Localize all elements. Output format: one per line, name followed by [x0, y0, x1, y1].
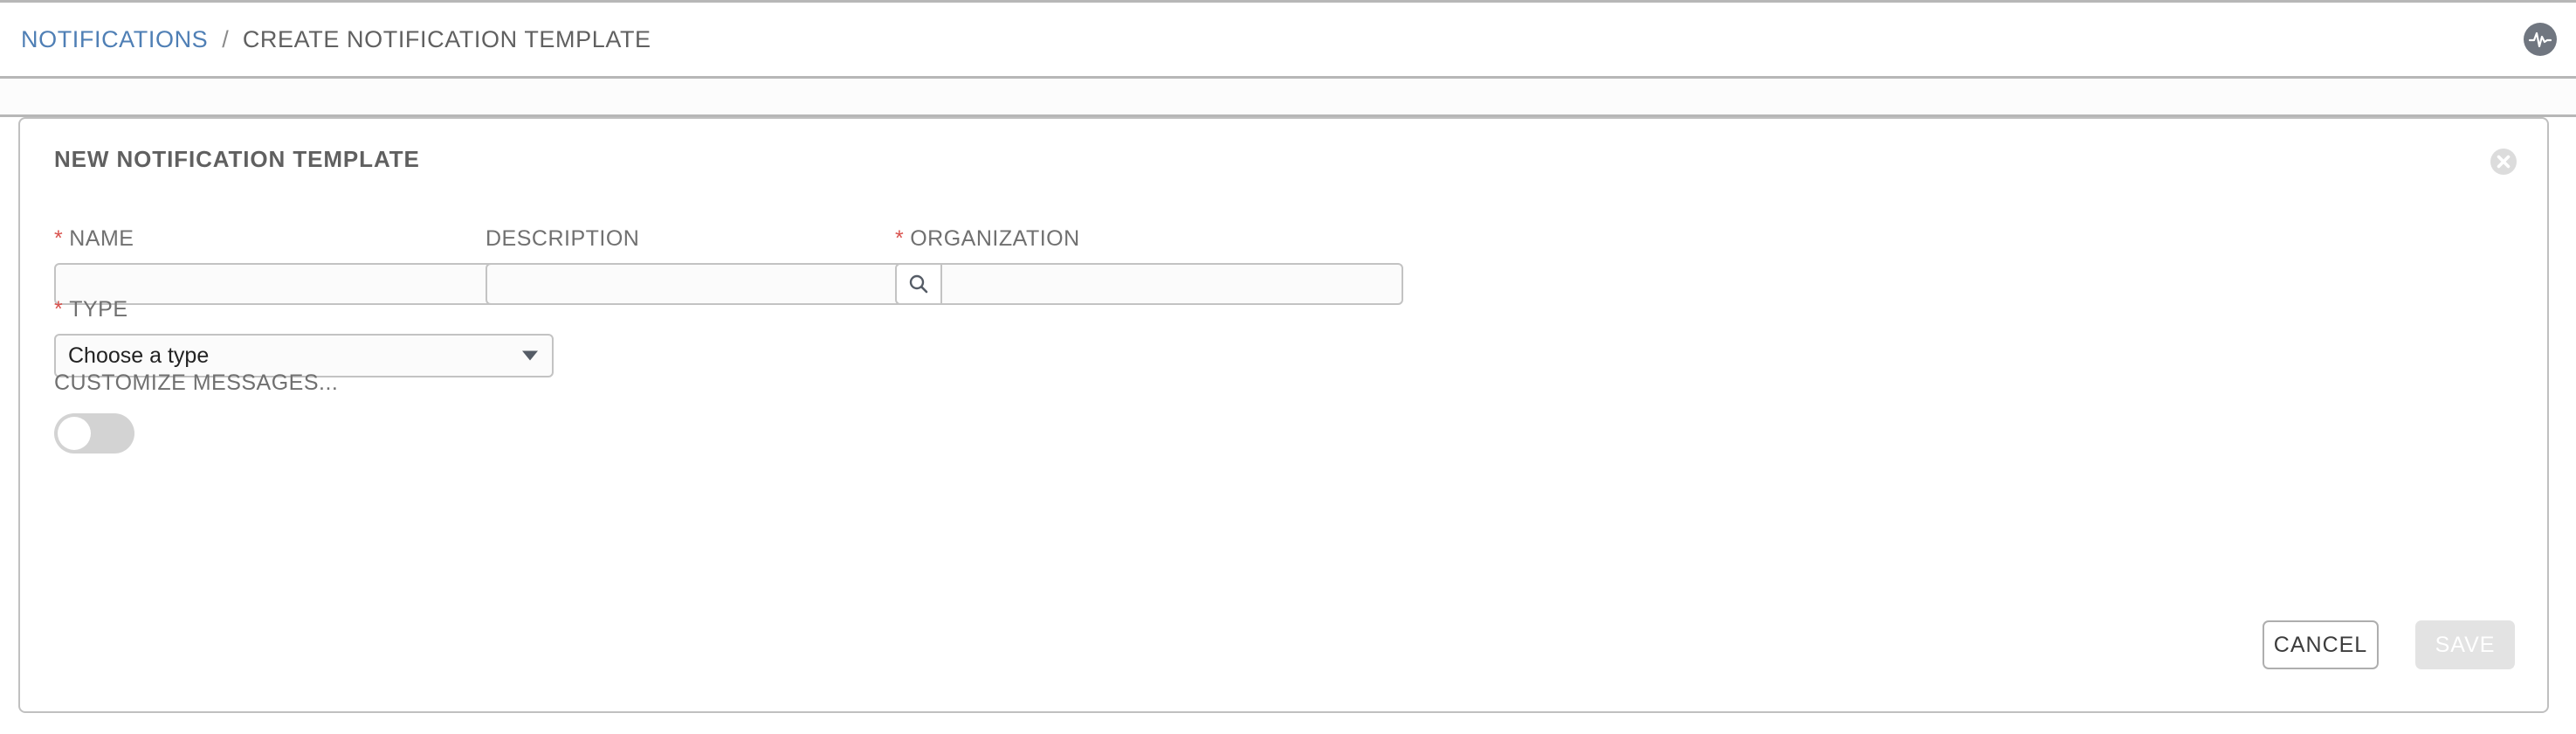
customize-messages-toggle[interactable] [54, 413, 134, 454]
label-name-text: NAME [69, 226, 134, 251]
required-marker-type: * [54, 297, 64, 322]
page-root: NOTIFICATIONS / CREATE NOTIFICATION TEMP… [0, 0, 2576, 734]
label-organization-text: ORGANIZATION [910, 226, 1080, 251]
breadcrumb-separator: / [222, 25, 229, 52]
field-organization: * ORGANIZATION [895, 228, 1403, 305]
type-select-value: Choose a type [68, 343, 210, 368]
breadcrumb-link-notifications[interactable]: NOTIFICATIONS [21, 26, 208, 53]
save-button[interactable]: SAVE [2415, 620, 2515, 669]
toggle-knob [58, 417, 91, 450]
label-organization: * ORGANIZATION [895, 228, 1403, 250]
card-actions: CANCEL SAVE [2263, 620, 2515, 669]
magnifier-icon[interactable] [895, 263, 940, 305]
field-type: * TYPE Choose a type [54, 299, 554, 377]
field-customize-messages: CUSTOMIZE MESSAGES... [54, 370, 554, 454]
label-type-text: TYPE [69, 297, 128, 322]
label-name: * NAME [54, 228, 554, 250]
header-sub-strip [0, 79, 2576, 117]
organization-input[interactable] [940, 263, 1403, 305]
close-circle-icon[interactable] [2489, 147, 2518, 177]
required-marker-organization: * [895, 226, 905, 251]
cancel-button[interactable]: CANCEL [2263, 620, 2379, 669]
organization-lookup [895, 263, 1403, 305]
breadcrumb: NOTIFICATIONS / CREATE NOTIFICATION TEMP… [21, 26, 651, 53]
new-notification-template-card: NEW NOTIFICATION TEMPLATE * NAME DESCRIPT… [18, 117, 2549, 713]
card-title: NEW NOTIFICATION TEMPLATE [54, 146, 420, 172]
breadcrumb-current-page: CREATE NOTIFICATION TEMPLATE [242, 25, 651, 52]
activity-pulse-icon[interactable] [2524, 23, 2557, 56]
breadcrumb-bar: NOTIFICATIONS / CREATE NOTIFICATION TEMP… [0, 3, 2576, 79]
required-marker-name: * [54, 226, 64, 251]
label-customize-messages: CUSTOMIZE MESSAGES... [54, 370, 339, 395]
field-name: * NAME [54, 228, 554, 305]
label-type: * TYPE [54, 299, 554, 321]
